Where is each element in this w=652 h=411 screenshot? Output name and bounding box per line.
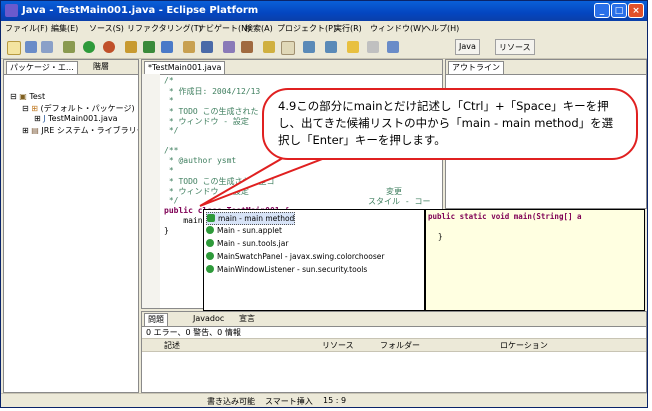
instruction-callout: 4.9この部分にmainとだけ記述し「Ctrl」+「Space」キーを押し、出て… xyxy=(262,88,638,160)
callout-pointer xyxy=(199,146,334,207)
